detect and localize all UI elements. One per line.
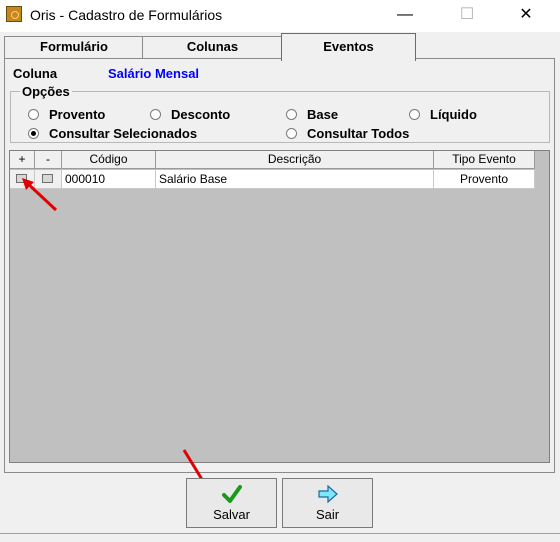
cell-codigo[interactable]: 000010 — [62, 170, 156, 189]
radio-label-base: Base — [307, 107, 339, 122]
cell-descricao[interactable]: Salário Base — [156, 170, 434, 189]
tab-formulario[interactable]: Formulário — [4, 36, 144, 58]
radio-label-consultar-selecionados: Consultar Selecionados — [49, 126, 198, 141]
radio-base[interactable]: Base — [286, 107, 338, 122]
radio-label-liquido: Líquido — [430, 107, 477, 122]
salvar-label: Salvar — [213, 507, 250, 522]
window-title: Oris - Cadastro de Formulários — [30, 7, 223, 23]
cell-tipo-evento[interactable]: Provento — [434, 170, 535, 189]
grid-header-descricao[interactable]: Descrição — [156, 151, 434, 169]
radio-label-consultar-todos: Consultar Todos — [307, 126, 410, 141]
radio-desconto[interactable]: Desconto — [150, 107, 230, 122]
radio-consultar-todos[interactable]: Consultar Todos — [286, 126, 409, 141]
radio-button-icon[interactable] — [286, 128, 297, 139]
grid-header-remove[interactable]: - — [35, 151, 62, 169]
tab-eventos[interactable]: Eventos — [281, 33, 416, 61]
radio-label-desconto: Desconto — [171, 107, 231, 122]
minimize-button[interactable]: — — [382, 0, 428, 30]
title-bar: Oris - Cadastro de Formulários — ☐ ✕ — [0, 0, 560, 32]
radio-button-icon[interactable] — [150, 109, 161, 120]
arrow-right-icon — [318, 485, 338, 503]
radio-button-icon[interactable] — [409, 109, 420, 120]
grid-header-tipo-evento[interactable]: Tipo Evento — [434, 151, 535, 169]
radio-button-icon[interactable] — [286, 109, 297, 120]
radio-consultar-selecionados[interactable]: Consultar Selecionados — [28, 126, 197, 141]
tab-colunas[interactable]: Colunas — [142, 36, 283, 58]
radio-selected-icon[interactable] — [28, 128, 39, 139]
grid-header-add[interactable]: + — [10, 151, 35, 169]
sair-button[interactable]: Sair — [282, 478, 373, 528]
app-icon — [6, 6, 22, 22]
radio-label-provento: Provento — [49, 107, 106, 122]
radio-liquido[interactable]: Líquido — [409, 107, 477, 122]
coluna-value: Salário Mensal — [108, 66, 200, 81]
tab-bar: Formulário Colunas Eventos — [0, 32, 560, 61]
salvar-button[interactable]: Salvar — [186, 478, 277, 528]
sair-label: Sair — [315, 507, 340, 522]
radio-provento[interactable]: Provento — [28, 107, 105, 122]
grid-header-codigo[interactable]: Código — [62, 151, 156, 169]
check-icon — [222, 485, 242, 503]
events-grid[interactable] — [9, 150, 550, 463]
close-button[interactable]: ✕ — [503, 0, 549, 30]
radio-button-icon[interactable] — [28, 109, 39, 120]
maximize-button[interactable]: ☐ — [444, 0, 490, 30]
coluna-label: Coluna — [13, 66, 58, 81]
opcoes-legend: Opções — [20, 84, 72, 99]
annotation-arrow-icon — [22, 178, 58, 212]
